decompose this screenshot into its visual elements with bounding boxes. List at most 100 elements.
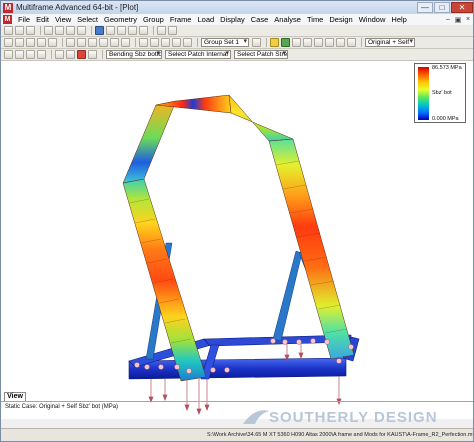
status-file-path: S:\Work Archive\34.65 M XT 5360 H090 Alt…: [207, 432, 473, 438]
toolbar-separator: [153, 26, 154, 35]
print-icon[interactable]: [157, 26, 166, 35]
toolbar-separator: [361, 38, 362, 47]
standard-toolbar: [1, 25, 473, 37]
left-upper-member[interactable]: [122, 100, 177, 184]
mdi-restore-button[interactable]: ▣: [453, 16, 463, 24]
menu-help[interactable]: Help: [388, 15, 409, 24]
plot-result-select[interactable]: Bending Sbz bottom: [106, 50, 162, 59]
side-view-icon[interactable]: [77, 38, 86, 47]
plot-window-icon[interactable]: [128, 26, 137, 35]
previous-step-icon[interactable]: [15, 50, 24, 59]
shear-icon[interactable]: [314, 38, 323, 47]
animate-icon[interactable]: [66, 50, 75, 59]
help-icon[interactable]: [168, 26, 177, 35]
reactions-icon[interactable]: [292, 38, 301, 47]
table-window-icon[interactable]: [139, 26, 148, 35]
menu-view[interactable]: View: [52, 15, 74, 24]
menu-analyse[interactable]: Analyse: [271, 15, 304, 24]
node-labels-icon[interactable]: [139, 38, 148, 47]
member-labels-icon[interactable]: [150, 38, 159, 47]
patch-stress-select[interactable]: Select Patch Stress: [234, 50, 288, 59]
menu-window[interactable]: Window: [356, 15, 389, 24]
rear-strut-right[interactable]: [272, 250, 303, 342]
zoom-in-icon[interactable]: [15, 38, 24, 47]
mdi-close-button[interactable]: ×: [463, 16, 473, 24]
document-icon[interactable]: M: [3, 15, 12, 24]
group-icon[interactable]: [252, 38, 261, 47]
toolbar-separator: [91, 26, 92, 35]
menu-group[interactable]: Group: [140, 15, 167, 24]
app-window: M Multiframe Advanced 64-bit - [Plot] — …: [0, 0, 474, 442]
torsion-icon[interactable]: [336, 38, 345, 47]
menu-geometry[interactable]: Geometry: [101, 15, 140, 24]
result-window-icon[interactable]: [117, 26, 126, 35]
tab-divider: [1, 401, 473, 402]
toolbar-separator: [135, 38, 136, 47]
frame-stress-plot[interactable]: [1, 61, 473, 419]
pointer-icon[interactable]: [4, 38, 13, 47]
menu-time[interactable]: Time: [304, 15, 326, 24]
next-step-icon[interactable]: [37, 50, 46, 59]
moment-icon[interactable]: [303, 38, 312, 47]
maximize-button[interactable]: □: [434, 2, 450, 13]
menu-display[interactable]: Display: [217, 15, 248, 24]
menu-frame[interactable]: Frame: [167, 15, 195, 24]
scale-icon[interactable]: [88, 50, 97, 59]
tab-view[interactable]: View: [4, 392, 26, 401]
plot-caption: Static Case: Original + Self Sbz' bot (M…: [5, 404, 119, 410]
wireframe-icon[interactable]: [121, 38, 130, 47]
contour-icon[interactable]: [55, 50, 64, 59]
menu-bar: M File Edit View Select Geometry Group F…: [1, 14, 473, 25]
group-set-select[interactable]: Group Set 1: [201, 38, 249, 47]
render-icon[interactable]: [110, 38, 119, 47]
zoom-out-icon[interactable]: [26, 38, 35, 47]
close-button[interactable]: ✕: [451, 2, 473, 13]
save-icon[interactable]: [26, 26, 35, 35]
pan-icon[interactable]: [37, 38, 46, 47]
rotate-icon[interactable]: [48, 38, 57, 47]
deflection-icon[interactable]: [281, 38, 290, 47]
menu-design[interactable]: Design: [326, 15, 355, 24]
iso-view-icon[interactable]: [99, 38, 108, 47]
undo-icon[interactable]: [77, 26, 86, 35]
frame-window-icon[interactable]: [95, 26, 104, 35]
paste-icon[interactable]: [66, 26, 75, 35]
minimize-button[interactable]: —: [417, 2, 433, 13]
load-case-select[interactable]: Original + Self: [365, 38, 415, 47]
load-icon[interactable]: [183, 38, 192, 47]
stress-icon[interactable]: [347, 38, 356, 47]
toolbar-separator: [197, 38, 198, 47]
top-view-icon[interactable]: [88, 38, 97, 47]
view-toolbar: Group Set 1 Original + Self: [1, 37, 473, 49]
restraint-icon[interactable]: [172, 38, 181, 47]
menu-load[interactable]: Load: [194, 15, 217, 24]
section-labels-icon[interactable]: [161, 38, 170, 47]
legend-min-label: 0.000 MPa: [432, 116, 459, 122]
menu-edit[interactable]: Edit: [33, 15, 52, 24]
app-icon[interactable]: M: [3, 2, 13, 13]
toolbar-separator: [51, 50, 52, 59]
open-icon[interactable]: [15, 26, 24, 35]
stress-legend: 86.573 MPa Sbz' bot 0.000 MPa: [414, 63, 466, 123]
legend-title: Sbz' bot: [432, 90, 452, 96]
menu-select[interactable]: Select: [74, 15, 101, 24]
menu-file[interactable]: File: [15, 15, 33, 24]
front-view-icon[interactable]: [66, 38, 75, 47]
load-window-icon[interactable]: [106, 26, 115, 35]
highlight-icon[interactable]: [270, 38, 279, 47]
toolbar-separator: [102, 50, 103, 59]
right-upper-member[interactable]: [228, 94, 294, 142]
plot-viewport[interactable]: 86.573 MPa Sbz' bot 0.000 MPa: [1, 61, 473, 419]
first-step-icon[interactable]: [4, 50, 13, 59]
axial-icon[interactable]: [325, 38, 334, 47]
stress-plot-icon[interactable]: [77, 50, 86, 59]
patch-force-select[interactable]: Select Patch Internal Force: [165, 50, 231, 59]
copy-icon[interactable]: [55, 26, 64, 35]
cut-icon[interactable]: [44, 26, 53, 35]
play-icon[interactable]: [26, 50, 35, 59]
toolbar-separator: [40, 26, 41, 35]
new-icon[interactable]: [4, 26, 13, 35]
mdi-controls: – ▣ ×: [443, 16, 473, 24]
menu-case[interactable]: Case: [248, 15, 272, 24]
mdi-minimize-button[interactable]: –: [443, 16, 453, 24]
